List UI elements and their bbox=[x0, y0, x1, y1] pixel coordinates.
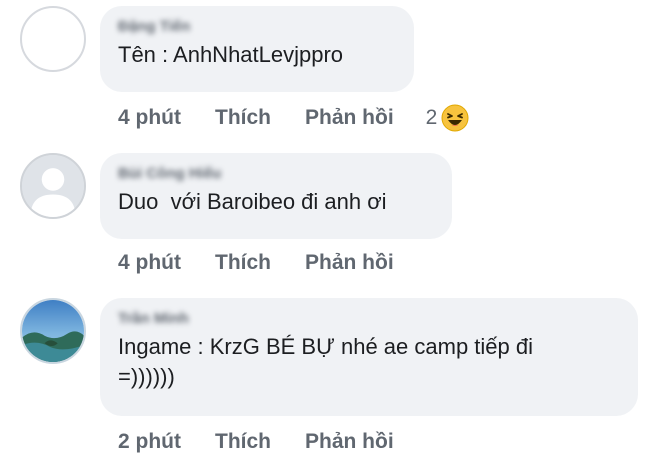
comment-actions: 2 phút Thích Phản hồi bbox=[118, 430, 428, 454]
profile-photo-icon bbox=[22, 300, 84, 362]
like-button[interactable]: Thích bbox=[215, 106, 271, 130]
comment-bubble: Bùi Công Hiếu Duo với Baroibeo đi anh ơi bbox=[100, 153, 452, 239]
reply-button[interactable]: Phản hồi bbox=[305, 251, 394, 275]
comment-author[interactable]: Đặng Tiến bbox=[118, 16, 396, 36]
comment-bubble: Trần Minh Ingame : KrzG BÉ BỰ nhé ae cam… bbox=[100, 298, 638, 416]
comment-text: Ingame : KrzG BÉ BỰ nhé ae camp tiếp đi … bbox=[118, 334, 533, 389]
haha-emoji-icon bbox=[441, 104, 469, 132]
comment-actions: 4 phút Thích Phản hồi 2 bbox=[118, 104, 469, 132]
reply-button[interactable]: Phản hồi bbox=[305, 106, 394, 130]
like-button[interactable]: Thích bbox=[215, 430, 271, 454]
comment-text: Duo với Baroibeo đi anh ơi bbox=[118, 189, 387, 214]
author-name[interactable]: Trần Minh bbox=[118, 310, 189, 327]
comment-timestamp[interactable]: 4 phút bbox=[118, 106, 181, 130]
author-name[interactable]: Bùi Công Hiếu bbox=[118, 165, 221, 182]
comment-author[interactable]: Bùi Công Hiếu bbox=[118, 163, 434, 183]
default-user-icon bbox=[22, 155, 84, 217]
comment-actions: 4 phút Thích Phản hồi bbox=[118, 251, 428, 275]
comment-timestamp[interactable]: 2 phút bbox=[118, 430, 181, 454]
comment-author[interactable]: Trần Minh bbox=[118, 308, 620, 328]
like-button[interactable]: Thích bbox=[215, 251, 271, 275]
avatar[interactable] bbox=[20, 153, 86, 219]
reply-button[interactable]: Phản hồi bbox=[305, 430, 394, 454]
reaction-count: 2 bbox=[425, 106, 438, 129]
comment-bubble: Đặng Tiến Tên : AnhNhatLevjppro bbox=[100, 6, 414, 92]
avatar[interactable] bbox=[20, 6, 86, 72]
avatar[interactable] bbox=[20, 298, 86, 364]
comment-text: Tên : AnhNhatLevjppro bbox=[118, 42, 344, 67]
reaction-summary[interactable]: 2 bbox=[426, 104, 470, 132]
comment-timestamp[interactable]: 4 phút bbox=[118, 251, 181, 275]
author-name[interactable]: Đặng Tiến bbox=[118, 18, 190, 35]
